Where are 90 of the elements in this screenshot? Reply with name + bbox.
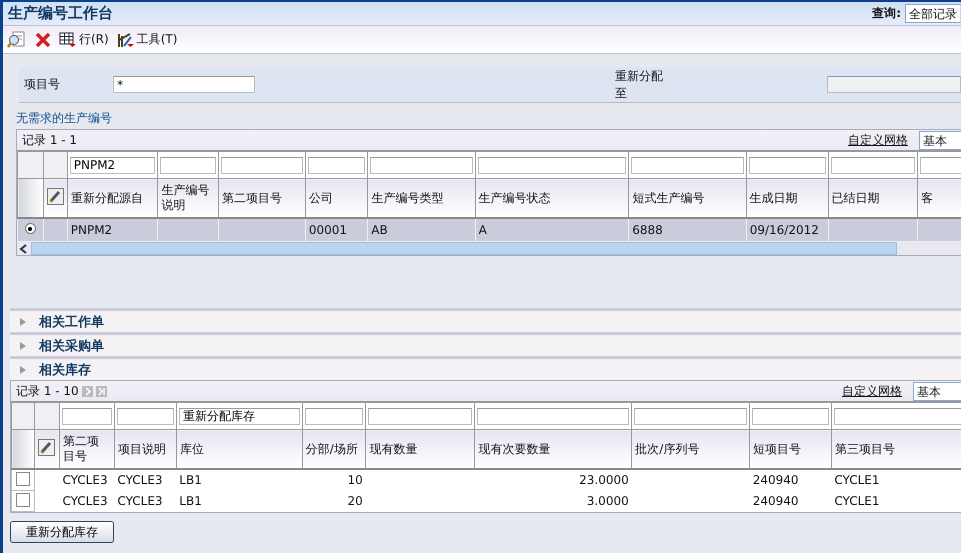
item-number-field[interactable]: * xyxy=(113,76,256,93)
item-number-label: 项目号 xyxy=(23,76,61,93)
tools-icon xyxy=(116,32,135,48)
column-header[interactable]: 生产编号说明 xyxy=(158,178,219,218)
table-cell: CYCLE3 xyxy=(62,473,108,488)
column-header[interactable]: 公司 xyxy=(305,178,368,218)
section-title: 相关采购单 xyxy=(39,338,104,354)
delete-icon[interactable] xyxy=(35,32,51,48)
query-select[interactable]: 全部记录 xyxy=(905,4,961,23)
filter-field[interactable] xyxy=(834,408,961,424)
row-checkbox[interactable] xyxy=(16,492,30,506)
search-icon[interactable] xyxy=(7,30,27,48)
filter-field[interactable] xyxy=(368,408,472,424)
table-cell: PNPM2 xyxy=(70,223,112,237)
filter-field[interactable] xyxy=(830,156,916,174)
table-cell: CYCLE3 xyxy=(117,494,163,508)
filter-field[interactable] xyxy=(304,408,364,424)
tools-menu[interactable]: 工具(T) xyxy=(116,31,178,48)
row-menu[interactable]: 行(R) xyxy=(59,31,109,48)
section-title: 相关库存 xyxy=(39,362,91,378)
filter-field[interactable] xyxy=(370,156,473,174)
reassign-to-label: 重新分配至 xyxy=(614,68,664,102)
column-header[interactable]: 生产编号状态 xyxy=(475,178,629,218)
filter-field[interactable] xyxy=(308,156,366,174)
table-cell: 3.0000 xyxy=(586,494,629,508)
table-cell: CYCLE1 xyxy=(834,473,880,488)
filter-field[interactable] xyxy=(62,408,112,424)
table-cell: 6888 xyxy=(632,223,663,237)
collapsible-section[interactable]: 相关采购单 xyxy=(10,332,961,356)
table-cell: CYCLE3 xyxy=(62,494,108,508)
filter-field[interactable] xyxy=(752,408,829,424)
filter-field[interactable] xyxy=(631,156,744,174)
edit-icon[interactable] xyxy=(46,188,64,204)
filter-field[interactable] xyxy=(477,408,630,424)
filter-field[interactable]: 重新分配库存 xyxy=(178,408,300,424)
table-cell: LB1 xyxy=(179,494,202,508)
table-cell: 00001 xyxy=(308,223,348,237)
column-header[interactable]: 短项目号 xyxy=(750,430,832,469)
table-cell: 20 xyxy=(348,494,363,508)
table-cell: 240940 xyxy=(752,473,799,488)
reassign-inventory-button[interactable]: 重新分配库存 xyxy=(10,521,114,543)
column-header[interactable]: 第二项目号 xyxy=(59,430,114,469)
column-header[interactable]: 第二项目号 xyxy=(218,178,306,218)
column-header[interactable]: 生产编号类型 xyxy=(368,178,476,218)
column-header[interactable]: 分部/场所 xyxy=(302,430,366,469)
column-header[interactable]: 客 xyxy=(918,178,961,218)
column-header[interactable]: 库位 xyxy=(176,430,302,469)
filter-field[interactable] xyxy=(634,408,748,424)
row-radio[interactable] xyxy=(24,223,36,234)
record-count: 记录 1 - 10 xyxy=(16,382,79,400)
next-page-icon[interactable] xyxy=(82,386,93,396)
column-header[interactable]: 生成日期 xyxy=(746,178,828,218)
custom-grid-link[interactable]: 自定义网格 xyxy=(842,382,902,400)
custom-grid-link[interactable]: 自定义网格 xyxy=(848,132,908,148)
column-header[interactable]: 第三项目号 xyxy=(831,430,961,469)
filter-field[interactable] xyxy=(116,408,174,424)
table-cell: CYCLE3 xyxy=(117,473,163,488)
record-count: 记录 1 - 1 xyxy=(22,132,78,148)
table-cell: LB1 xyxy=(179,473,202,488)
grid-format-select[interactable]: 基本 xyxy=(919,130,961,150)
column-header[interactable]: 现有数量 xyxy=(366,430,475,469)
grid-format-select[interactable]: 基本 xyxy=(913,382,961,400)
filter-field[interactable] xyxy=(478,156,626,174)
edit-icon[interactable] xyxy=(38,438,55,456)
table-cell: 10 xyxy=(348,473,363,488)
column-header[interactable]: 短式生产编号 xyxy=(628,178,746,218)
column-header[interactable]: 批次/序列号 xyxy=(632,430,750,469)
query-label: 查询: xyxy=(872,5,901,22)
grid-icon xyxy=(59,32,77,48)
table-cell: A xyxy=(478,223,487,237)
section-title: 无需求的生产编号 xyxy=(16,110,113,125)
filter-field[interactable] xyxy=(160,156,216,174)
table-cell: 23.0000 xyxy=(579,473,629,488)
filter-field[interactable] xyxy=(221,156,303,174)
window-title: 生产编号工作台 xyxy=(6,4,114,23)
filter-field[interactable] xyxy=(748,156,826,174)
table-cell: 09/16/2012 xyxy=(750,223,819,237)
collapsible-section[interactable]: 相关工作单 xyxy=(10,308,961,332)
table-cell: AB xyxy=(371,223,388,237)
column-header[interactable]: 项目说明 xyxy=(114,430,176,469)
last-page-icon[interactable] xyxy=(96,386,107,396)
filter-field[interactable] xyxy=(920,156,961,174)
column-header[interactable]: 重新分配源自 xyxy=(67,178,158,218)
column-header[interactable]: 现有次要数量 xyxy=(474,430,632,469)
row-checkbox[interactable] xyxy=(16,472,30,486)
table-cell: 240940 xyxy=(752,494,799,508)
filter-field[interactable]: PNPM2 xyxy=(70,156,156,174)
table-cell: CYCLE1 xyxy=(834,494,880,508)
column-header[interactable]: 已结日期 xyxy=(828,178,918,218)
section-title: 相关工作单 xyxy=(39,314,104,330)
